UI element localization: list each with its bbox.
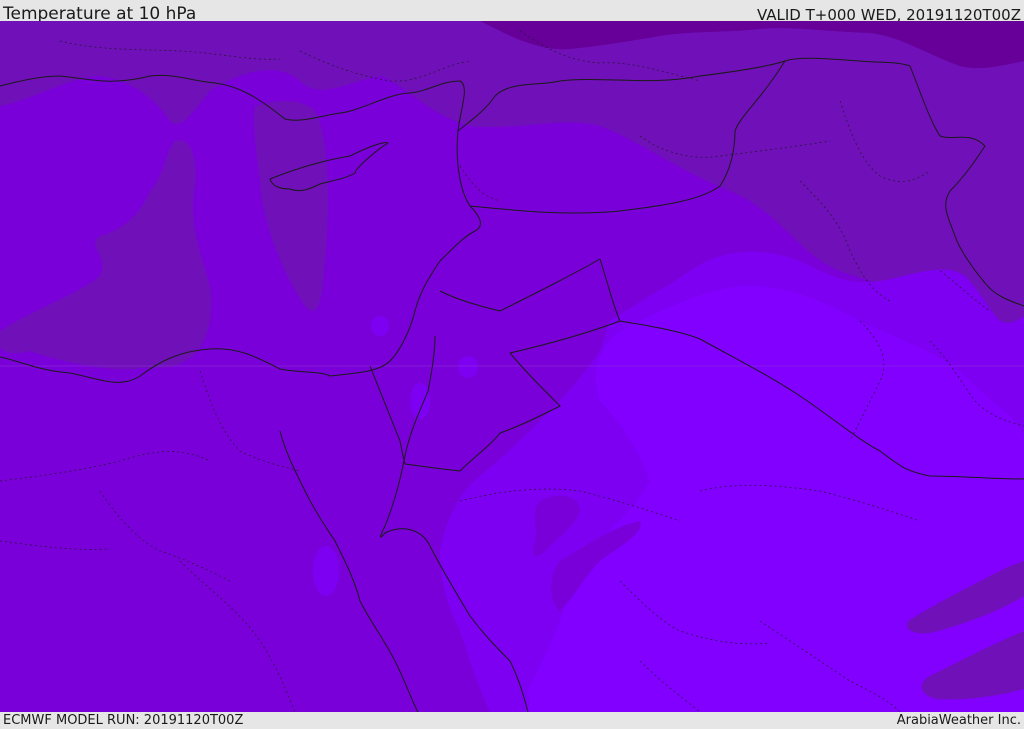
weather-map — [0, 21, 1024, 712]
temperature-speck-3 — [410, 383, 430, 419]
model-run-label: ECMWF MODEL RUN: 20191120T00Z — [3, 713, 244, 728]
temperature-field — [0, 21, 1024, 712]
temperature-speck-2 — [458, 356, 478, 378]
header-bar: Temperature at 10 hPa VALID T+000 WED, 2… — [0, 0, 1024, 24]
credit-label: ArabiaWeather Inc. — [896, 713, 1021, 728]
temperature-speck-4 — [313, 546, 339, 596]
footer-bar: ECMWF MODEL RUN: 20191120T00Z ArabiaWeat… — [0, 712, 1024, 729]
temperature-speck-1 — [371, 316, 389, 336]
